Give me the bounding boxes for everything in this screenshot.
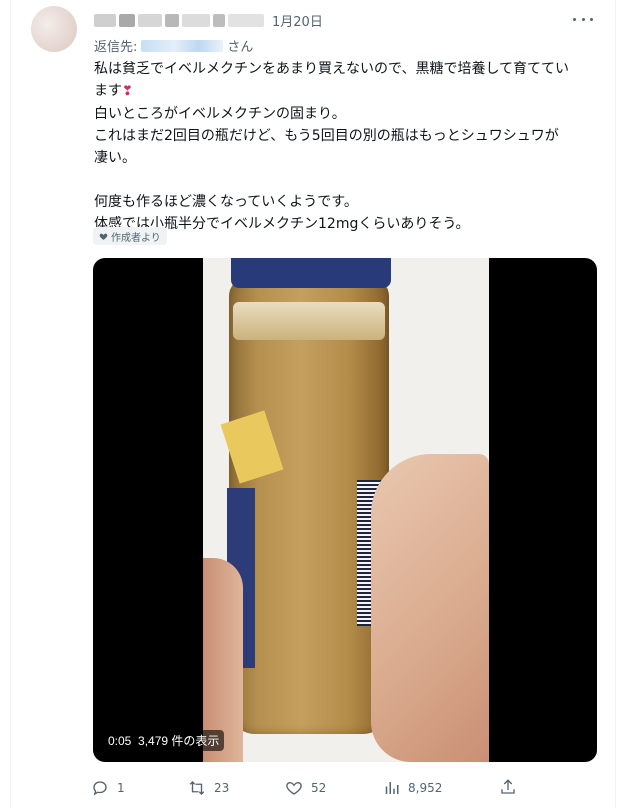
video-views-text: 3,479 件の表示 <box>138 734 220 748</box>
video-time-text: 0:05 <box>108 734 132 748</box>
avatar[interactable] <box>31 6 77 52</box>
reply-icon <box>93 781 107 796</box>
author-badge[interactable]: 作成者より <box>93 227 167 245</box>
tweet-line: これはまだ2回目の瓶だけど、もう5回目の別の瓶はもっとシュワシュワが <box>94 128 559 144</box>
video-player[interactable]: 0:05 3,479 件の表示 <box>93 258 597 762</box>
tweet-line: ます❣ <box>94 80 604 103</box>
tweet-line: 私は貧乏でイベルメクチンをあまり買えないので、黒糖で培養して育ててい <box>94 61 570 77</box>
tweet-line: 凄い。 <box>94 150 136 166</box>
action-bar: 1 23 52 8,952 <box>91 778 521 798</box>
author-badge-label: 作成者より <box>111 232 161 244</box>
display-name-redacted[interactable] <box>94 13 264 27</box>
like-count: 52 <box>311 781 327 795</box>
reply-to-line: 返信先: さん <box>94 36 253 55</box>
share-button[interactable] <box>499 778 517 800</box>
repost-count: 23 <box>214 781 230 795</box>
heart-icon <box>99 233 108 240</box>
tweet-line: 体感では小瓶半分でイベルメクチン12mgくらいありそう。 <box>94 216 470 232</box>
views-button[interactable]: 8,952 <box>382 779 479 797</box>
tweet-line: 白いところがイベルメクチンの固まり。 <box>94 106 346 122</box>
repost-button[interactable]: 23 <box>188 779 285 797</box>
share-icon <box>501 779 515 794</box>
tweet-line-text: ます <box>94 83 122 99</box>
reply-to-handle[interactable] <box>141 39 224 52</box>
tweet-header: 1月20日 <box>94 10 323 30</box>
foam-layer <box>233 302 385 340</box>
tweet-container: 1月20日 返信先: さん 私は貧乏でイベルメクチンをあまり買えないので、黒糖で… <box>10 0 616 808</box>
reply-to-suffix: さん <box>227 40 254 55</box>
reply-button[interactable]: 1 <box>91 779 188 797</box>
video-time: 0:05 3,479 件の表示 <box>103 730 225 751</box>
video-meta: 0:05 3,479 件の表示 <box>103 730 225 751</box>
jar-cap <box>231 258 391 288</box>
view-count: 8,952 <box>408 781 443 795</box>
heart-icon <box>286 782 302 795</box>
tweet-line: 何度も作るほど濃くなっていくようです。 <box>94 194 358 210</box>
heart-emoji: ❣ <box>122 84 133 99</box>
tweet-text: 私は貧乏でイベルメクチンをあまり買えないので、黒糖で培養して育ててい ます❣ 白… <box>94 58 604 235</box>
reply-count: 1 <box>117 781 125 795</box>
reply-to-prefix: 返信先: <box>94 40 138 55</box>
more-icon[interactable] <box>573 12 593 26</box>
analytics-icon <box>385 782 399 794</box>
video-frame <box>203 258 489 762</box>
hand-image <box>371 454 489 762</box>
repost-icon <box>189 781 205 795</box>
tweet-date[interactable]: 1月20日 <box>272 11 323 30</box>
like-button[interactable]: 52 <box>285 779 382 797</box>
